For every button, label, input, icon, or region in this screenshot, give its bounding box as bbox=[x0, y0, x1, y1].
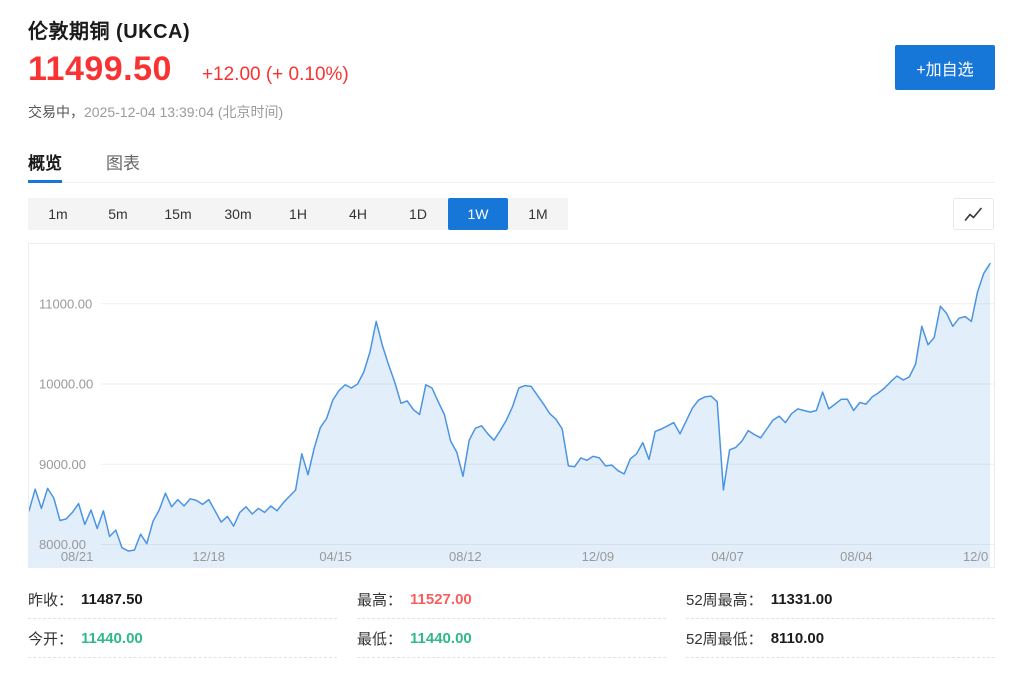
price-change: +12.00 (+ 0.10%) bbox=[202, 64, 349, 86]
svg-text:12/0: 12/0 bbox=[963, 549, 988, 564]
time-range-bar: 1m 5m 15m 30m 1H 4H 1D 1W 1M bbox=[28, 198, 568, 230]
trading-status: 交易中，2025-12-04 13:39:04 (北京时间) bbox=[28, 102, 283, 122]
svg-text:04/07: 04/07 bbox=[711, 549, 744, 564]
stat-52w-low: 52周最低： 8110.00 bbox=[686, 619, 995, 658]
quote-timestamp: 2025-12-04 13:39:04 (北京时间) bbox=[84, 104, 283, 120]
svg-text:08/04: 08/04 bbox=[840, 549, 873, 564]
range-button-1d[interactable]: 1D bbox=[388, 198, 448, 230]
active-tab-underline bbox=[28, 180, 62, 183]
range-button-1h[interactable]: 1H bbox=[268, 198, 328, 230]
range-button-1m-month[interactable]: 1M bbox=[508, 198, 568, 230]
trading-status-label: 交易中， bbox=[28, 104, 84, 120]
range-button-5m[interactable]: 5m bbox=[88, 198, 148, 230]
add-watchlist-button[interactable]: +加自选 bbox=[895, 45, 995, 90]
quote-stats: 昨收： 11487.50 最高： 11527.00 52周最高： 11331.0… bbox=[28, 580, 995, 658]
svg-text:10000.00: 10000.00 bbox=[39, 377, 93, 392]
price-block: 11499.50 +12.00 (+ 0.10%) bbox=[28, 50, 349, 89]
svg-text:12/18: 12/18 bbox=[192, 549, 225, 564]
svg-text:08/21: 08/21 bbox=[61, 549, 94, 564]
range-button-30m[interactable]: 30m bbox=[208, 198, 268, 230]
svg-text:04/15: 04/15 bbox=[319, 549, 352, 564]
stat-day-high: 最高： 11527.00 bbox=[357, 580, 666, 619]
stat-day-low: 最低： 11440.00 bbox=[357, 619, 666, 658]
tab-overview[interactable]: 概览 bbox=[28, 149, 62, 182]
range-button-1m[interactable]: 1m bbox=[28, 198, 88, 230]
chart-type-button[interactable] bbox=[953, 198, 994, 230]
tab-chart[interactable]: 图表 bbox=[106, 149, 140, 182]
stat-prev-close: 昨收： 11487.50 bbox=[28, 580, 337, 619]
last-price: 11499.50 bbox=[28, 50, 172, 89]
trend-line-icon bbox=[964, 207, 983, 222]
range-button-15m[interactable]: 15m bbox=[148, 198, 208, 230]
stat-open: 今开： 11440.00 bbox=[28, 619, 337, 658]
price-area-chart[interactable]: 8000.009000.0010000.0011000.0008/2112/18… bbox=[28, 243, 995, 568]
page-title: 伦敦期铜 (UKCA) bbox=[28, 15, 190, 44]
stat-52w-high: 52周最高： 11331.00 bbox=[686, 580, 995, 619]
svg-text:12/09: 12/09 bbox=[582, 549, 615, 564]
svg-text:9000.00: 9000.00 bbox=[39, 457, 86, 472]
range-button-1w[interactable]: 1W bbox=[448, 198, 508, 230]
svg-text:11000.00: 11000.00 bbox=[39, 296, 92, 311]
range-button-4h[interactable]: 4H bbox=[328, 198, 388, 230]
tab-bar: 概览 图表 bbox=[28, 149, 995, 183]
svg-text:08/12: 08/12 bbox=[449, 549, 482, 564]
